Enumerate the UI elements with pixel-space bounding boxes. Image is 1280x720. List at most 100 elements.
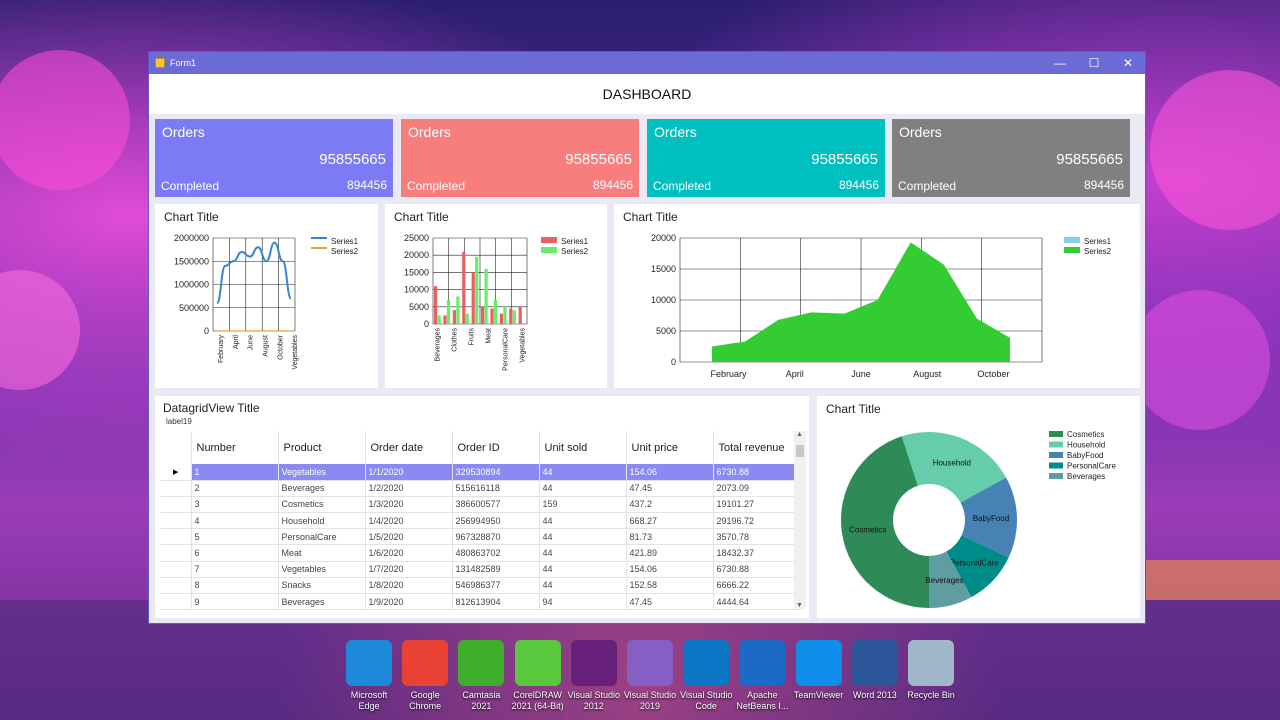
table-row[interactable]: 7 Vegetables 1/7/2020 131482589 44 154.06 6730… <box>161 561 801 578</box>
table-cell[interactable]: 812613904 <box>452 593 540 611</box>
table-row[interactable]: 5 PersonalCare 1/5/2020 967328870 44 81.73 357… <box>161 528 801 546</box>
table-row[interactable]: 6 Meat 1/6/2020 480863702 44 421.89 18432.37 <box>161 544 801 562</box>
column-header[interactable]: Unit price <box>626 431 714 464</box>
table-cell[interactable]: 9 <box>191 593 279 611</box>
desktop-shortcut[interactable]: Visual Studio 2019 <box>622 640 678 712</box>
table-cell[interactable]: 44 <box>539 544 627 562</box>
scroll-down-icon[interactable]: ▼ <box>796 602 803 609</box>
table-cell[interactable]: 1/3/2020 <box>365 496 453 514</box>
desktop-shortcut[interactable]: CorelDRAW 2021 (64-Bit) <box>510 640 566 712</box>
table-cell[interactable]: 44 <box>539 480 627 497</box>
table-cell[interactable]: Household <box>278 512 366 530</box>
table-cell[interactable]: Vegetables <box>278 561 366 578</box>
table-cell[interactable]: 44 <box>539 561 627 578</box>
column-header[interactable]: Order ID <box>452 431 540 464</box>
table-cell[interactable]: 44 <box>539 528 627 546</box>
table-cell[interactable]: 4 <box>191 512 279 530</box>
table-cell[interactable]: 437.2 <box>626 496 714 514</box>
desktop-shortcut[interactable]: Recycle Bin <box>903 640 959 701</box>
table-cell[interactable]: 1/4/2020 <box>365 512 453 530</box>
desktop-shortcut[interactable]: Word 2013 <box>847 640 903 701</box>
table-cell[interactable]: 2 <box>191 480 279 497</box>
table-cell[interactable]: Snacks <box>278 577 366 595</box>
table-cell[interactable]: 81.73 <box>626 528 714 546</box>
table-row[interactable]: 9 Beverages 1/9/2020 812613904 94 47.45 4444.6… <box>161 593 801 611</box>
table-cell[interactable]: 1/2/2020 <box>365 480 453 497</box>
table-cell[interactable]: 1/9/2020 <box>365 593 453 611</box>
table-cell[interactable]: 6730.88 <box>713 464 801 481</box>
column-header[interactable]: Unit sold <box>539 431 627 464</box>
table-cell[interactable]: 546986377 <box>452 577 540 595</box>
table-cell[interactable]: 1 <box>191 464 279 481</box>
row-header[interactable] <box>161 577 192 595</box>
table-cell[interactable]: 47.45 <box>626 593 714 611</box>
table-cell[interactable]: 329530894 <box>452 464 540 481</box>
scroll-up-icon[interactable]: ▲ <box>796 431 803 438</box>
vertical-scrollbar[interactable]: ▲ ▼ <box>794 431 806 609</box>
table-cell[interactable]: 5 <box>191 528 279 546</box>
table-cell[interactable]: 6666.22 <box>713 577 801 595</box>
row-header[interactable] <box>161 480 192 497</box>
row-header[interactable] <box>161 528 192 546</box>
desktop-shortcut[interactable]: Microsoft Edge <box>341 640 397 712</box>
desktop-shortcut[interactable]: Visual Studio Code <box>678 640 734 712</box>
table-row[interactable]: 2 Beverages 1/2/2020 515616118 44 47.45 2073.0… <box>161 480 801 497</box>
table-cell[interactable]: 6730.88 <box>713 561 801 578</box>
desktop-shortcut[interactable]: TeamViewer <box>791 640 847 701</box>
table-cell[interactable]: 2073.09 <box>713 480 801 497</box>
table-cell[interactable]: 668.27 <box>626 512 714 530</box>
table-cell[interactable]: 154.06 <box>626 561 714 578</box>
row-header[interactable] <box>161 593 192 611</box>
column-header[interactable]: Number <box>191 431 279 464</box>
table-cell[interactable]: PersonalCare <box>278 528 366 546</box>
table-row[interactable]: 8 Snacks 1/8/2020 546986377 44 152.58 6666.22 <box>161 577 801 595</box>
table-cell[interactable]: 4444.64 <box>713 593 801 611</box>
table-row[interactable]: 4 Household 1/4/2020 256994950 44 668.27 29196… <box>161 512 801 530</box>
table-cell[interactable]: Beverages <box>278 480 366 497</box>
table-cell[interactable]: 7 <box>191 561 279 578</box>
table-cell[interactable]: 3 <box>191 496 279 514</box>
table-cell[interactable]: 44 <box>539 577 627 595</box>
column-header[interactable]: Order date <box>365 431 453 464</box>
table-cell[interactable]: 44 <box>539 512 627 530</box>
table-cell[interactable]: 967328870 <box>452 528 540 546</box>
table-cell[interactable]: 256994950 <box>452 512 540 530</box>
table-cell[interactable]: Vegetables <box>278 464 366 481</box>
table-cell[interactable]: 8 <box>191 577 279 595</box>
row-header[interactable] <box>161 561 192 578</box>
table-cell[interactable]: Cosmetics <box>278 496 366 514</box>
row-header[interactable] <box>161 544 192 562</box>
table-row[interactable]: ▶ 1 Vegetables 1/1/2020 329530894 44 154.06 673… <box>161 464 801 481</box>
table-cell[interactable]: 29196.72 <box>713 512 801 530</box>
column-header[interactable]: Product <box>278 431 366 464</box>
table-cell[interactable]: 480863702 <box>452 544 540 562</box>
row-header[interactable] <box>161 496 192 514</box>
table-cell[interactable]: 154.06 <box>626 464 714 481</box>
table-cell[interactable]: 44 <box>539 464 627 481</box>
table-cell[interactable]: 131482589 <box>452 561 540 578</box>
minimize-button[interactable]: — <box>1043 52 1077 74</box>
row-header[interactable]: ▶ <box>161 464 192 481</box>
maximize-button[interactable]: ☐ <box>1077 52 1111 74</box>
table-cell[interactable]: Beverages <box>278 593 366 611</box>
table-cell[interactable]: 3570.78 <box>713 528 801 546</box>
table-cell[interactable]: 1/5/2020 <box>365 528 453 546</box>
table-cell[interactable]: 94 <box>539 593 627 611</box>
table-cell[interactable]: 47.45 <box>626 480 714 497</box>
table-cell[interactable]: 515616118 <box>452 480 540 497</box>
table-cell[interactable]: 6 <box>191 544 279 562</box>
table-cell[interactable]: Meat <box>278 544 366 562</box>
column-header[interactable]: Total revenue <box>713 431 801 464</box>
close-button[interactable]: ✕ <box>1111 52 1145 74</box>
scrollbar-thumb[interactable] <box>796 445 804 457</box>
table-cell[interactable]: 421.89 <box>626 544 714 562</box>
table-cell[interactable]: 19101.27 <box>713 496 801 514</box>
desktop-shortcut[interactable]: Apache NetBeans I... <box>734 640 790 712</box>
table-cell[interactable]: 1/6/2020 <box>365 544 453 562</box>
desktop-shortcut[interactable]: Google Chrome <box>397 640 453 712</box>
table-cell[interactable]: 18432.37 <box>713 544 801 562</box>
table-cell[interactable]: 1/8/2020 <box>365 577 453 595</box>
row-header[interactable] <box>161 512 192 530</box>
table-row[interactable]: 3 Cosmetics 1/3/2020 386600577 159 437.2 19101… <box>161 496 801 514</box>
desktop-shortcut[interactable]: Visual Studio 2012 <box>566 640 622 712</box>
